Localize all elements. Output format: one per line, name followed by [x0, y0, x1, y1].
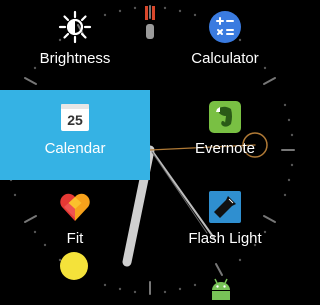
app-brightness-label: Brightness — [39, 50, 111, 67]
app-calendar-label: Calendar — [44, 140, 106, 157]
fit-heart-icon — [58, 190, 92, 224]
android-icon[interactable] — [208, 276, 234, 305]
app-calculator[interactable]: Calculator — [150, 0, 300, 90]
calculator-icon — [208, 10, 242, 44]
app-fit-label: Fit — [66, 230, 84, 247]
flashlight-icon — [208, 190, 242, 224]
yellow-circle-icon[interactable] — [59, 251, 89, 286]
app-evernote-label: Evernote — [194, 140, 256, 157]
app-flash-light[interactable]: Flash Light — [150, 180, 300, 270]
app-evernote[interactable]: Evernote — [150, 90, 300, 180]
app-flash-light-label: Flash Light — [188, 230, 262, 247]
app-calendar[interactable]: 25 Calendar — [0, 90, 150, 180]
brightness-icon — [58, 10, 92, 44]
calendar-icon: 25 — [58, 100, 92, 134]
calendar-date-badge: 25 — [67, 112, 83, 128]
evernote-icon — [208, 100, 242, 134]
app-calculator-label: Calculator — [191, 50, 259, 67]
app-brightness[interactable]: Brightness — [0, 0, 150, 90]
